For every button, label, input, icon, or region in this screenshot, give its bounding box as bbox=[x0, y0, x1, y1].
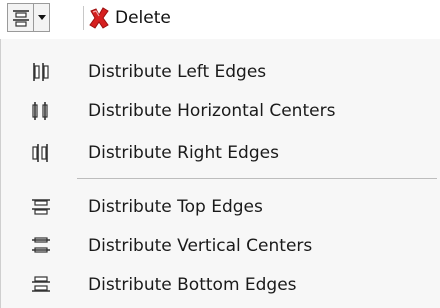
delete-label: Delete bbox=[115, 7, 171, 28]
distribute-dropdown-menu: Distribute Left Edges Distribute Horizon… bbox=[0, 39, 440, 308]
distribute-split-button[interactable] bbox=[7, 3, 50, 32]
red-x-delete-icon bbox=[89, 6, 109, 29]
menu-item-label: Distribute Horizontal Centers bbox=[88, 100, 336, 121]
menu-item-distribute-left-edges[interactable]: Distribute Left Edges bbox=[1, 52, 440, 91]
menu-item-distribute-top-edges[interactable]: Distribute Top Edges bbox=[1, 187, 440, 226]
distribute-right-edges-icon bbox=[30, 142, 52, 164]
menu-item-label: Distribute Top Edges bbox=[88, 196, 263, 217]
distribute-vertical-centers-icon bbox=[30, 235, 52, 257]
dropdown-arrow-icon[interactable] bbox=[34, 4, 49, 31]
distribute-top-edges-icon bbox=[30, 196, 52, 218]
menu-item-label: Distribute Vertical Centers bbox=[88, 235, 313, 256]
menu-item-distribute-horizontal-centers[interactable]: Distribute Horizontal Centers bbox=[1, 91, 440, 130]
distribute-left-edges-icon bbox=[30, 61, 52, 83]
menu-item-label: Distribute Left Edges bbox=[88, 61, 267, 82]
menu-item-distribute-right-edges[interactable]: Distribute Right Edges bbox=[1, 133, 440, 172]
menu-item-label: Distribute Bottom Edges bbox=[88, 274, 297, 295]
menu-separator bbox=[77, 178, 437, 179]
menu-item-distribute-bottom-edges[interactable]: Distribute Bottom Edges bbox=[1, 265, 440, 304]
distribute-bottom-edges-icon bbox=[30, 274, 52, 296]
menu-item-distribute-vertical-centers[interactable]: Distribute Vertical Centers bbox=[1, 226, 440, 265]
distribute-top-edges-icon[interactable] bbox=[10, 6, 32, 29]
delete-button[interactable]: Delete bbox=[84, 3, 194, 32]
distribute-horizontal-centers-icon bbox=[30, 100, 52, 122]
toolbar: Delete bbox=[0, 0, 440, 39]
menu-item-label: Distribute Right Edges bbox=[88, 142, 279, 163]
